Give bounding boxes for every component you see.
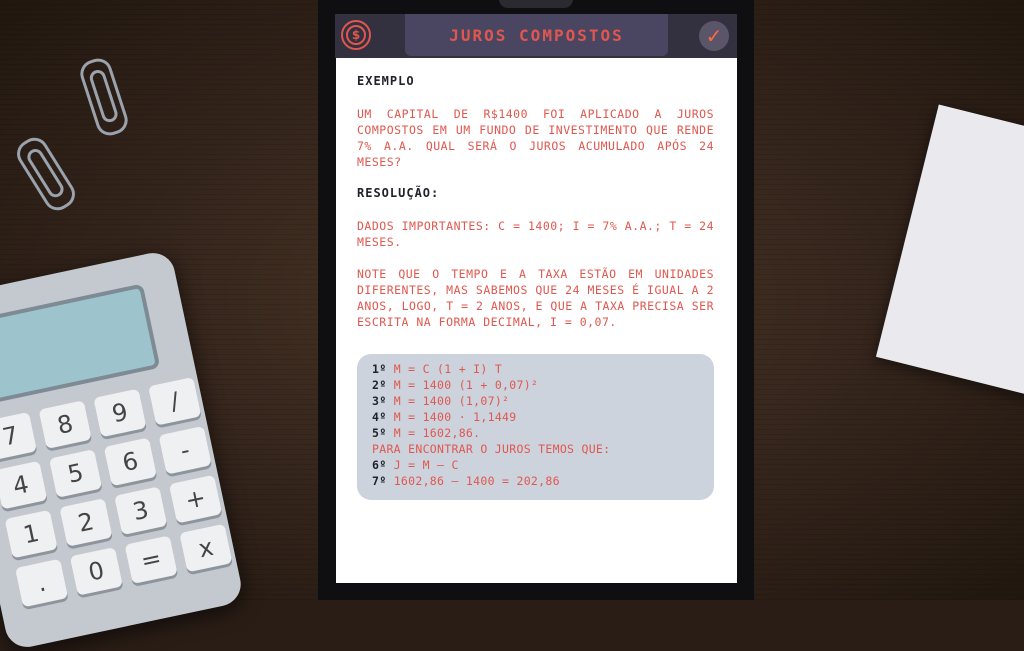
calculator-key: 1	[4, 509, 58, 559]
calculator-key: 8	[38, 400, 92, 449]
step-formula: 1602,86 – 1400 = 202,86	[393, 474, 560, 488]
step-formula: M = 1602,86.	[393, 426, 481, 440]
step-number: 7º	[372, 474, 387, 488]
resolution-heading: RESOLUÇÃO:	[357, 186, 440, 200]
calculator-key: =	[124, 535, 178, 585]
calculator-key: /	[148, 376, 202, 426]
step-formula: M = 1400 · 1,1449	[393, 410, 517, 424]
problem-text: UM CAPITAL DE R$1400 FOI APLICADO A JURO…	[357, 107, 714, 169]
step-formula: J = M – C	[393, 458, 459, 472]
title-banner: JUROS COMPOSTOS	[405, 14, 668, 56]
solution-step: 6º J = M – C	[372, 457, 459, 473]
step-number: 2º	[372, 378, 387, 392]
step-number: 6º	[372, 458, 387, 472]
calculator-key: 9	[93, 388, 147, 438]
calculator-key: 4	[0, 460, 48, 510]
step-formula: M = C (1 + I) T	[393, 362, 503, 376]
phone-camera-notch	[499, 0, 573, 8]
calculator-screen	[0, 283, 161, 405]
step-number: 5º	[372, 426, 387, 440]
step-number: 4º	[372, 410, 387, 424]
note-text: NOTE QUE O TEMPO E A TAXA ESTÃO EM UNIDA…	[357, 267, 714, 329]
calculator-key: 6	[103, 437, 158, 487]
calculator-keypad: 7 8 9 / 4 5 6 - 1 2 3 + . 0 = x	[0, 376, 233, 608]
checkmark-icon[interactable]: ✓	[699, 21, 729, 51]
dollar-coin-icon[interactable]: $	[341, 20, 371, 50]
page-title: JUROS COMPOSTOS	[449, 25, 624, 45]
step-formula: M = 1400 (1 + 0,07)²	[393, 378, 539, 392]
calculator-key: +	[168, 474, 223, 524]
calculator-key: x	[179, 523, 233, 573]
solution-step: 4º M = 1400 · 1,1449	[372, 409, 517, 425]
calculator-key: 5	[48, 449, 103, 498]
important-data-text: DADOS IMPORTANTES: C = 1400; I = 7% A.A.…	[357, 219, 714, 249]
solution-step: 3º M = 1400 (1,07)²	[372, 393, 509, 409]
solution-step: PARA ENCONTRAR O JUROS TEMOS QUE:	[372, 441, 610, 457]
solution-step: 7º 1602,86 – 1400 = 202,86	[372, 473, 560, 489]
calculator-key: .	[14, 558, 69, 608]
calculator-key: -	[158, 425, 212, 475]
solution-step: 5º M = 1602,86.	[372, 425, 480, 441]
solution-step: 1º M = C (1 + I) T	[372, 361, 502, 377]
example-heading: EXEMPLO	[357, 74, 415, 88]
dollar-sign-glyph: $	[346, 25, 366, 45]
calculator-key: 3	[114, 486, 168, 536]
step-number: 3º	[372, 394, 387, 408]
calculator-key: 0	[69, 546, 124, 596]
solution-steps-box: 1º M = C (1 + I) T 2º M = 1400 (1 + 0,07…	[357, 354, 714, 500]
calculator-key: 7	[0, 411, 38, 461]
step-number: 1º	[372, 362, 387, 376]
step-formula: PARA ENCONTRAR O JUROS TEMOS QUE:	[372, 442, 611, 456]
step-formula: M = 1400 (1,07)²	[393, 394, 510, 408]
calculator-key: 2	[59, 498, 113, 547]
solution-step: 2º M = 1400 (1 + 0,07)²	[372, 377, 538, 393]
